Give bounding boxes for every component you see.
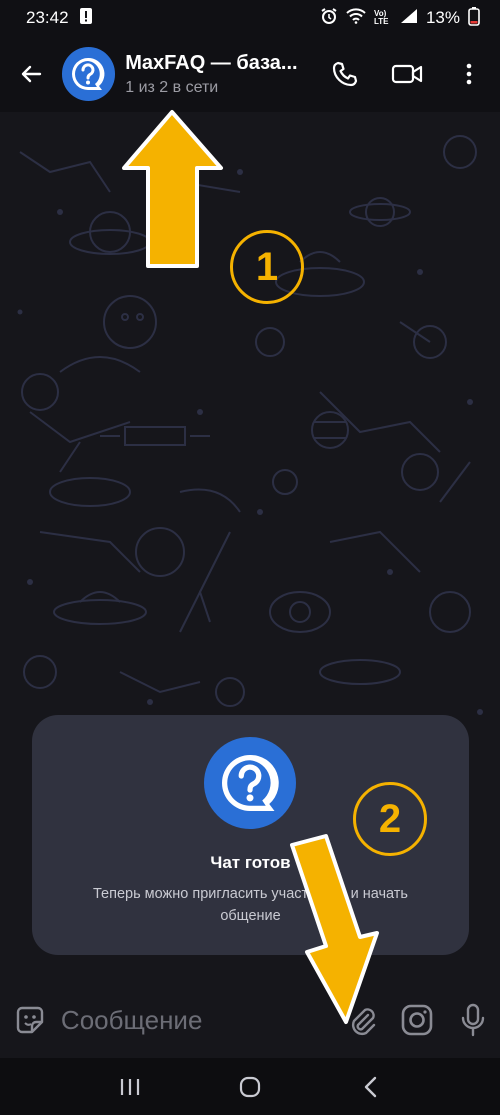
camera-icon	[402, 1004, 433, 1036]
alert-icon	[79, 7, 93, 30]
home-icon	[239, 1076, 261, 1097]
call-button[interactable]	[314, 36, 376, 112]
attach-button[interactable]	[335, 982, 390, 1058]
battery-percent: 13%	[425, 8, 460, 27]
chat-avatar[interactable]	[61, 47, 116, 101]
chat-title-block[interactable]: MaxFAQ — база... 1 из 2 в сети	[125, 52, 314, 97]
question-avatar-icon	[72, 57, 105, 90]
paperclip-icon	[352, 1008, 376, 1036]
chat-area: 1 Чат готов Теперь можно пригласить учас…	[0, 112, 500, 982]
system-nav-bar	[0, 1058, 500, 1115]
wifi-icon	[346, 7, 366, 29]
back-icon	[364, 1076, 377, 1097]
ready-avatar	[204, 737, 296, 829]
ready-title: Чат готов	[210, 853, 291, 872]
signal-icon	[400, 8, 418, 29]
chat-title: MaxFAQ — база...	[125, 51, 298, 74]
back-button[interactable]	[0, 36, 62, 112]
annotation-marker-2: 2	[353, 782, 427, 856]
sticker-icon	[17, 1006, 44, 1034]
sticker-button[interactable]	[0, 982, 61, 1058]
ready-text: Теперь можно пригласить участников и нач…	[93, 886, 408, 924]
recent-apps-button[interactable]	[100, 1062, 160, 1112]
phone-icon	[332, 61, 358, 87]
system-back-button[interactable]	[340, 1062, 400, 1112]
chat-subtitle: 1 из 2 в сети	[125, 78, 219, 96]
camera-button[interactable]	[390, 982, 445, 1058]
status-bar: 23:42 Vo) LTE 13%	[0, 0, 500, 36]
status-time: 23:42	[26, 8, 69, 27]
more-options-button[interactable]	[438, 36, 500, 112]
chat-header: MaxFAQ — база... 1 из 2 в сети	[0, 36, 500, 112]
message-input[interactable]	[60, 995, 331, 1045]
video-call-icon	[391, 64, 423, 84]
more-vert-icon	[466, 63, 472, 85]
video-call-button[interactable]	[376, 36, 438, 112]
annotation-marker-1: 1	[230, 230, 304, 304]
battery-icon	[468, 6, 480, 31]
back-arrow-icon	[21, 65, 41, 83]
microphone-icon	[461, 1003, 484, 1037]
question-avatar-icon	[222, 754, 279, 811]
network-label: Vo) LTE	[373, 9, 389, 26]
message-composer	[0, 982, 500, 1058]
recent-apps-icon	[120, 1078, 140, 1095]
voice-button[interactable]	[445, 982, 500, 1058]
alarm-icon	[320, 7, 338, 30]
home-button[interactable]	[220, 1062, 280, 1112]
